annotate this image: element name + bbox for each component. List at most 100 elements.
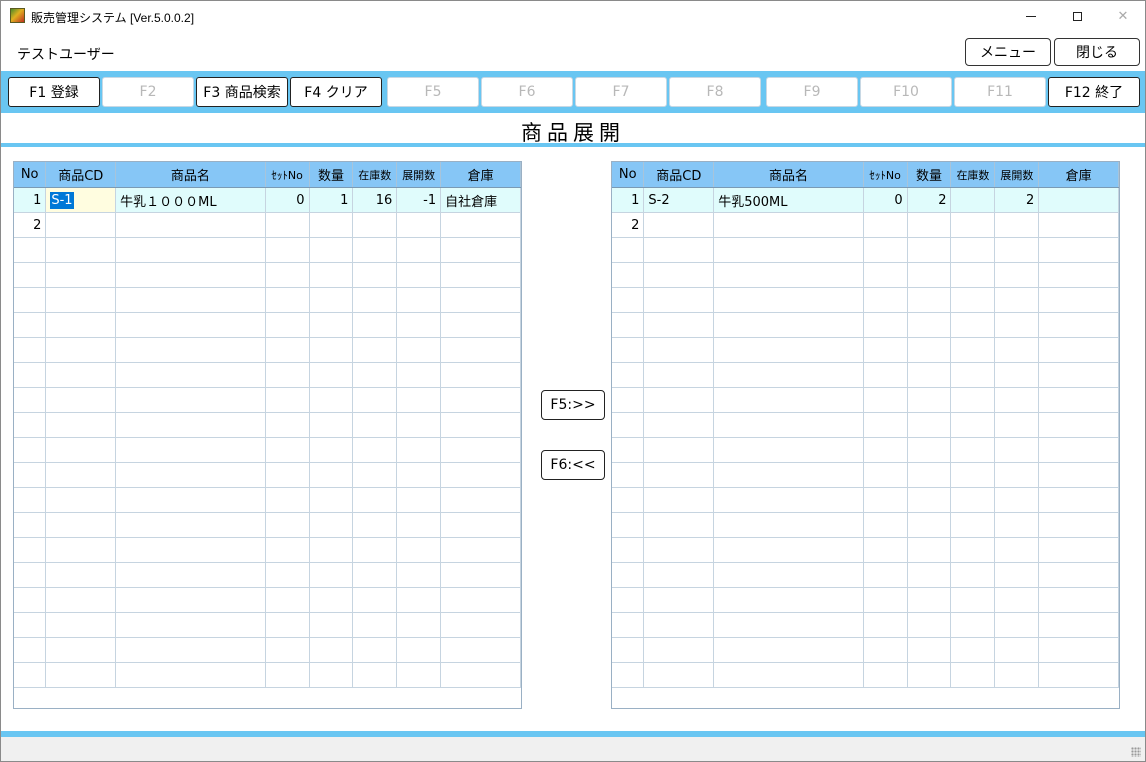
table-cell[interactable] <box>352 612 398 638</box>
table-cell[interactable] <box>612 362 645 388</box>
table-cell[interactable] <box>612 612 645 638</box>
table-cell[interactable] <box>907 387 952 413</box>
table-cell[interactable] <box>1038 312 1119 338</box>
table-cell[interactable] <box>1038 562 1119 588</box>
table-row[interactable]: 1 S-1 牛乳１０００ML 0 1 16 -1 自社倉庫 <box>14 187 521 213</box>
table-cell[interactable] <box>265 387 310 413</box>
table-cell[interactable] <box>907 212 952 238</box>
table-cell[interactable] <box>1038 237 1119 263</box>
table-cell[interactable] <box>352 662 398 688</box>
table-row[interactable] <box>14 237 521 263</box>
table-cell[interactable] <box>612 437 645 463</box>
table-cell[interactable] <box>396 287 442 313</box>
table-cell[interactable] <box>643 512 715 538</box>
table-cell[interactable] <box>950 312 996 338</box>
table-cell[interactable] <box>612 262 645 288</box>
table-cell[interactable] <box>309 462 354 488</box>
table-cell[interactable] <box>440 337 521 363</box>
table-cell[interactable]: 16 <box>352 187 398 213</box>
close-button[interactable]: 閉じる <box>1054 38 1140 66</box>
table-cell[interactable] <box>1038 487 1119 513</box>
table-row[interactable] <box>14 537 521 563</box>
table-cell[interactable] <box>45 562 117 588</box>
table-cell[interactable] <box>265 537 310 563</box>
table-cell[interactable] <box>863 437 908 463</box>
table-cell[interactable] <box>352 337 398 363</box>
table-cell[interactable] <box>950 662 996 688</box>
table-cell[interactable] <box>309 587 354 613</box>
table-row[interactable] <box>612 237 1119 263</box>
table-row[interactable] <box>14 562 521 588</box>
table-cell[interactable] <box>950 612 996 638</box>
col-header-product-cd[interactable]: 商品CD <box>643 162 715 188</box>
table-cell[interactable] <box>265 437 310 463</box>
table-cell[interactable] <box>907 412 952 438</box>
table-cell[interactable]: 1 <box>14 187 47 213</box>
table-cell[interactable] <box>115 287 266 313</box>
f10-button[interactable]: F10 <box>860 77 952 107</box>
col-header-set-no[interactable]: ｾｯﾄNo <box>265 162 310 188</box>
table-cell[interactable] <box>14 337 47 363</box>
menu-button[interactable]: メニュー <box>965 38 1051 66</box>
table-cell[interactable] <box>352 212 398 238</box>
col-header-quantity[interactable]: 数量 <box>309 162 354 188</box>
table-cell[interactable] <box>309 562 354 588</box>
table-cell[interactable] <box>14 537 47 563</box>
table-cell[interactable] <box>352 312 398 338</box>
f7-button[interactable]: F7 <box>575 77 667 107</box>
table-cell[interactable] <box>994 412 1040 438</box>
table-cell[interactable] <box>612 412 645 438</box>
table-cell[interactable] <box>713 412 864 438</box>
table-cell[interactable] <box>265 562 310 588</box>
table-cell[interactable] <box>713 487 864 513</box>
table-cell[interactable] <box>265 587 310 613</box>
table-cell[interactable] <box>352 562 398 588</box>
table-cell[interactable] <box>863 562 908 588</box>
table-cell[interactable] <box>309 237 354 263</box>
table-cell[interactable] <box>14 362 47 388</box>
table-row[interactable] <box>14 387 521 413</box>
f3-product-search-button[interactable]: F3 商品検索 <box>196 77 288 107</box>
table-cell[interactable] <box>45 587 117 613</box>
table-cell[interactable] <box>115 212 266 238</box>
minimize-button[interactable] <box>1008 1 1054 31</box>
table-cell[interactable] <box>907 487 952 513</box>
table-cell[interactable] <box>115 587 266 613</box>
table-cell[interactable] <box>994 387 1040 413</box>
table-cell[interactable] <box>115 662 266 688</box>
col-header-set-no[interactable]: ｾｯﾄNo <box>863 162 908 188</box>
table-cell[interactable] <box>45 512 117 538</box>
table-cell[interactable] <box>440 212 521 238</box>
table-cell[interactable] <box>907 637 952 663</box>
table-cell[interactable] <box>396 587 442 613</box>
table-cell[interactable] <box>950 537 996 563</box>
table-cell[interactable] <box>1038 537 1119 563</box>
table-cell[interactable] <box>45 462 117 488</box>
table-row[interactable] <box>612 312 1119 338</box>
table-cell[interactable] <box>309 337 354 363</box>
table-cell[interactable] <box>643 487 715 513</box>
table-cell[interactable] <box>352 537 398 563</box>
table-cell[interactable] <box>115 262 266 288</box>
table-cell[interactable]: S-1 <box>45 187 117 213</box>
table-cell[interactable] <box>713 437 864 463</box>
table-cell[interactable] <box>14 437 47 463</box>
table-cell[interactable] <box>1038 462 1119 488</box>
table-cell[interactable] <box>713 537 864 563</box>
table-cell[interactable] <box>643 212 715 238</box>
table-cell[interactable] <box>265 362 310 388</box>
table-cell[interactable] <box>115 312 266 338</box>
table-cell[interactable] <box>45 337 117 363</box>
col-header-product-name[interactable]: 商品名 <box>115 162 266 188</box>
table-cell[interactable] <box>265 512 310 538</box>
table-cell[interactable] <box>1038 587 1119 613</box>
f8-button[interactable]: F8 <box>669 77 761 107</box>
table-cell[interactable] <box>612 387 645 413</box>
table-cell[interactable] <box>265 462 310 488</box>
table-cell[interactable] <box>950 637 996 663</box>
table-cell[interactable] <box>950 212 996 238</box>
table-cell[interactable] <box>265 637 310 663</box>
table-cell[interactable] <box>115 237 266 263</box>
table-cell[interactable] <box>950 187 996 213</box>
table-cell[interactable] <box>612 537 645 563</box>
